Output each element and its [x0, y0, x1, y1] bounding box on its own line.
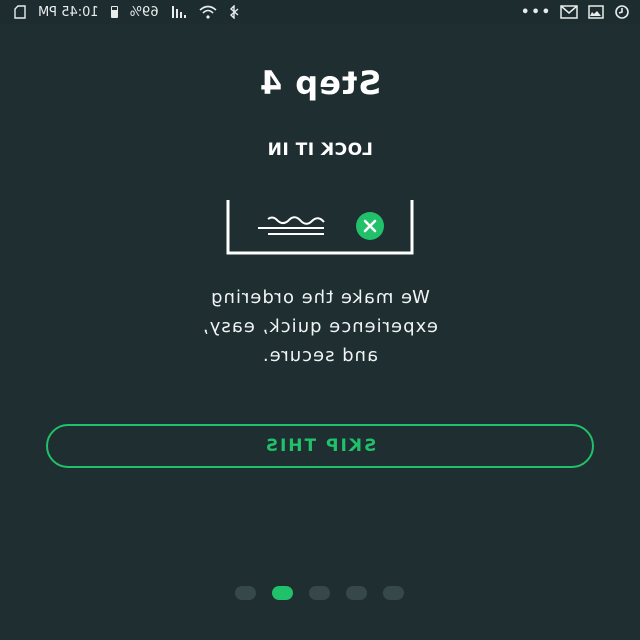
description-line: experience quick, easy, [202, 316, 438, 337]
bluetooth-icon [229, 4, 239, 20]
page-indicator [0, 586, 640, 600]
page-dot-1[interactable] [383, 586, 405, 600]
page-dot-4[interactable] [272, 586, 294, 600]
signal-icon [171, 4, 187, 20]
status-time: 10:45 PM [38, 4, 99, 20]
status-bar-left: ••• [519, 4, 630, 20]
card-frame-icon [226, 200, 414, 255]
step-description: We make the ordering experience quick, e… [140, 283, 500, 370]
page-dot-5[interactable] [235, 586, 257, 600]
page-dot-2[interactable] [346, 586, 368, 600]
status-bar: ••• 69% 10:45 PM [0, 0, 640, 24]
signature-line-icon [258, 216, 325, 235]
onboarding-screen: ••• 69% 10:45 PM Step 4 LOCK IT IN We ma… [0, 0, 640, 640]
wifi-icon [199, 4, 217, 20]
description-line: and secure. [261, 345, 379, 366]
status-bar-right: 69% 10:45 PM [14, 4, 239, 20]
gallery-icon [588, 4, 604, 20]
refresh-icon [614, 4, 630, 20]
x-badge-icon [356, 212, 384, 240]
description-line: We make the ordering [210, 287, 430, 308]
battery-icon [110, 4, 118, 20]
page-dot-3[interactable] [309, 586, 331, 600]
step-subtitle: LOCK IT IN [267, 140, 373, 160]
battery-percent: 69% [129, 4, 159, 20]
more-dots-icon: ••• [519, 4, 550, 20]
step-title: Step 4 [258, 64, 382, 102]
secure-card-illustration [222, 198, 418, 260]
sim-icon [14, 4, 26, 20]
mail-icon [560, 4, 578, 20]
skip-button[interactable]: SKIP THIS [46, 424, 594, 468]
